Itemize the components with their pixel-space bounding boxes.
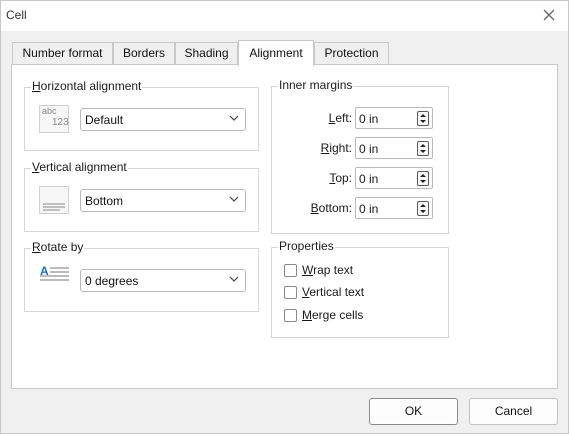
mnemonic: R bbox=[320, 141, 330, 155]
rotate-text-icon: A bbox=[39, 265, 71, 287]
label-text: erge cells bbox=[312, 308, 364, 322]
merge-cells-checkbox[interactable] bbox=[284, 309, 297, 322]
ok-button[interactable]: OK bbox=[369, 398, 458, 425]
tab-label: Borders bbox=[122, 46, 166, 60]
mnemonic: B bbox=[310, 201, 319, 215]
margin-top-spinner[interactable]: 0 in bbox=[355, 167, 433, 189]
spinner-value: 0 in bbox=[359, 142, 379, 156]
spinner-arrows-icon[interactable] bbox=[417, 141, 429, 156]
rotate-by-group: Rotate by A 0 degrees bbox=[24, 240, 259, 312]
tab-protection[interactable]: Protection bbox=[314, 42, 389, 65]
cancel-button-label: Cancel bbox=[494, 404, 533, 418]
tab-label: Protection bbox=[324, 46, 379, 60]
tab-borders[interactable]: Borders bbox=[113, 42, 175, 65]
margin-bottom-spinner[interactable]: 0 in bbox=[355, 197, 433, 219]
label-text: otate by bbox=[40, 240, 84, 254]
window-title: Cell bbox=[6, 8, 27, 22]
margin-bottom-label: Bottom: bbox=[311, 201, 352, 215]
mnemonic: H bbox=[32, 79, 41, 93]
vertical-alignment-label: Vertical alignment bbox=[31, 160, 128, 174]
label-text: rap text bbox=[313, 263, 354, 277]
spinner-value: 0 in bbox=[359, 202, 379, 216]
horizontal-alignment-label: Horizontal alignment bbox=[31, 79, 143, 93]
vertical-text-checkbox[interactable] bbox=[284, 286, 297, 299]
margin-right-spinner[interactable]: 0 in bbox=[355, 137, 433, 159]
label-text: op: bbox=[335, 171, 352, 185]
cell-dialog: Cell Number format Borders Shading Align… bbox=[0, 0, 569, 434]
margin-left-spinner[interactable]: 0 in bbox=[355, 107, 433, 129]
horizontal-alignment-group: Horizontal alignment abc 123 Default bbox=[24, 79, 259, 151]
label-text: ertical text bbox=[309, 285, 365, 299]
icon-text-123: 123 bbox=[52, 117, 69, 128]
margin-top-label: Top: bbox=[329, 171, 352, 185]
cancel-button[interactable]: Cancel bbox=[469, 398, 558, 425]
label-text: eft: bbox=[335, 111, 352, 125]
spinner-arrows-icon[interactable] bbox=[417, 171, 429, 186]
spinner-value: 0 in bbox=[359, 112, 379, 126]
tab-label: Shading bbox=[184, 46, 229, 60]
label-text: ottom: bbox=[318, 201, 352, 215]
chevron-down-icon bbox=[229, 276, 239, 282]
margin-left-label: Left: bbox=[329, 111, 352, 125]
inner-margins-group: Inner margins Left: 0 in Right: 0 in Top… bbox=[271, 78, 449, 234]
label-text: orizontal alignment bbox=[40, 79, 142, 93]
horizontal-alignment-icon: abc 123 bbox=[39, 105, 69, 133]
rotate-by-label: Rotate by bbox=[31, 240, 85, 254]
wrap-text-checkbox[interactable] bbox=[284, 264, 297, 277]
select-value: 0 degrees bbox=[85, 274, 139, 288]
ok-button-label: OK bbox=[404, 404, 423, 418]
select-value: Default bbox=[85, 113, 124, 127]
mnemonic: R bbox=[32, 240, 41, 254]
spinner-arrows-icon[interactable] bbox=[417, 201, 429, 216]
label-text: ertical alignment bbox=[39, 160, 127, 174]
close-icon[interactable] bbox=[540, 6, 558, 24]
tab-alignment[interactable]: Alignment bbox=[238, 40, 314, 66]
mnemonic: M bbox=[302, 308, 312, 322]
alignment-panel: Horizontal alignment abc 123 Default Ver… bbox=[11, 64, 558, 389]
title-bar: Cell bbox=[1, 1, 568, 31]
spinner-value: 0 in bbox=[359, 172, 379, 186]
inner-margins-label: Inner margins bbox=[278, 78, 354, 92]
select-value: Bottom bbox=[85, 194, 124, 208]
horizontal-alignment-select[interactable]: Default bbox=[80, 108, 246, 131]
vertical-alignment-group: Vertical alignment Bottom bbox=[24, 160, 259, 232]
merge-cells-label[interactable]: Merge cells bbox=[302, 308, 363, 322]
label-text: ight: bbox=[329, 141, 352, 155]
mnemonic: W bbox=[302, 263, 314, 277]
wrap-text-label[interactable]: Wrap text bbox=[302, 263, 353, 277]
properties-group: Properties Wrap text Vertical text Merge… bbox=[271, 239, 449, 338]
rotate-by-select[interactable]: 0 degrees bbox=[80, 269, 246, 292]
tab-label: Number format bbox=[22, 46, 103, 60]
vertical-text-label[interactable]: Vertical text bbox=[302, 285, 364, 299]
spinner-arrows-icon[interactable] bbox=[417, 111, 429, 126]
vertical-alignment-select[interactable]: Bottom bbox=[80, 189, 246, 212]
tab-shading[interactable]: Shading bbox=[175, 42, 238, 65]
icon-text-abc: abc bbox=[42, 106, 57, 116]
chevron-down-icon bbox=[229, 196, 239, 202]
chevron-down-icon bbox=[229, 115, 239, 121]
tab-label: Alignment bbox=[249, 46, 303, 60]
vertical-alignment-icon bbox=[39, 186, 69, 214]
properties-label: Properties bbox=[278, 239, 335, 253]
tab-number-format[interactable]: Number format bbox=[12, 42, 113, 65]
margin-right-label: Right: bbox=[321, 141, 352, 155]
